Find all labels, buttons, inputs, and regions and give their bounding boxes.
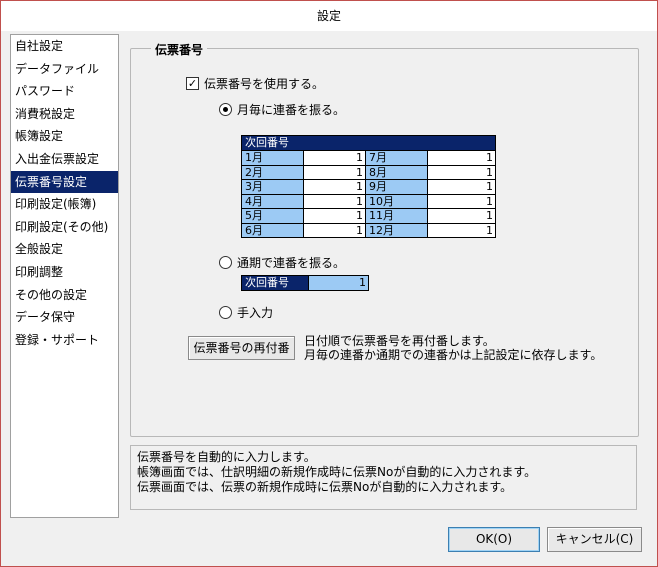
month-value-input[interactable]: 1: [304, 193, 366, 208]
annual-number-field[interactable]: 次回番号 1: [241, 275, 369, 291]
month-label: 10月: [366, 193, 428, 208]
sidebar-item-tax[interactable]: 消費税設定: [11, 103, 118, 126]
group-title: 伝票番号: [151, 41, 208, 58]
sidebar-item-data-file[interactable]: データファイル: [11, 58, 118, 81]
month-label: 6月: [242, 222, 304, 237]
grid-row: 5月 1 11月 1: [242, 208, 495, 223]
sidebar-item-registration[interactable]: 登録・サポート: [11, 329, 118, 352]
sidebar-item-company[interactable]: 自社設定: [11, 35, 118, 58]
month-value-input[interactable]: 1: [428, 222, 495, 237]
month-label: 7月: [366, 150, 428, 165]
sidebar-item-print-ledger[interactable]: 印刷設定(帳簿): [11, 193, 118, 216]
sidebar-item-ledger[interactable]: 帳簿設定: [11, 125, 118, 148]
info-line1: 伝票番号を自動的に入力します。: [137, 450, 316, 464]
checkbox-checked-icon[interactable]: ✓: [186, 77, 199, 90]
sidebar-item-data-maintenance[interactable]: データ保守: [11, 306, 118, 329]
sidebar-item-other[interactable]: その他の設定: [11, 284, 118, 307]
radio-annual-label: 通期で連番を振る。: [237, 256, 346, 270]
sidebar-item-print-adjust[interactable]: 印刷調整: [11, 261, 118, 284]
grid-row: 6月 1 12月 1: [242, 222, 495, 237]
month-value-input[interactable]: 1: [428, 208, 495, 223]
radio-unselected-icon[interactable]: [219, 256, 232, 269]
month-label: 8月: [366, 164, 428, 179]
month-label: 4月: [242, 193, 304, 208]
annual-label: 次回番号: [242, 276, 308, 290]
month-value-input[interactable]: 1: [304, 208, 366, 223]
settings-main-panel: 伝票番号 ✓ 伝票番号を使用する。 月毎に連番を振る。 次回番号 1月 1 7月…: [121, 34, 648, 516]
voucher-number-group: 伝票番号 ✓ 伝票番号を使用する。 月毎に連番を振る。 次回番号 1月 1 7月…: [130, 41, 639, 437]
sidebar-item-print-other[interactable]: 印刷設定(その他): [11, 216, 118, 239]
month-label: 5月: [242, 208, 304, 223]
radio-manual[interactable]: 手入力: [219, 304, 273, 321]
radio-monthly-label: 月毎に連番を振る。: [237, 103, 346, 117]
radio-annual[interactable]: 通期で連番を振る。: [219, 254, 345, 271]
window-title: 設定: [1, 1, 657, 31]
radio-unselected-icon[interactable]: [219, 306, 232, 319]
radio-manual-label: 手入力: [237, 306, 274, 320]
month-value-input[interactable]: 1: [304, 164, 366, 179]
settings-window: 設定 自社設定 データファイル パスワード 消費税設定 帳簿設定 入出金伝票設定…: [0, 0, 658, 567]
dialog-button-bar: OK(O) キャンセル(C): [1, 519, 657, 566]
month-value-input[interactable]: 1: [304, 222, 366, 237]
annual-value-input[interactable]: 1: [308, 276, 368, 290]
grid-header: 次回番号: [242, 136, 495, 150]
sidebar-item-voucher-number[interactable]: 伝票番号設定: [11, 170, 118, 194]
month-label: 2月: [242, 164, 304, 179]
info-panel: 伝票番号を自動的に入力します。 帳簿画面では、仕訳明細の新規作成時に伝票Noが自…: [130, 445, 637, 510]
month-label: 3月: [242, 179, 304, 194]
month-value-input[interactable]: 1: [428, 164, 495, 179]
use-number-label: 伝票番号を使用する。: [204, 77, 325, 91]
grid-row: 2月 1 8月 1: [242, 164, 495, 179]
sidebar-item-cash-voucher[interactable]: 入出金伝票設定: [11, 148, 118, 171]
month-value-input[interactable]: 1: [428, 193, 495, 208]
month-label: 11月: [366, 208, 428, 223]
use-number-checkbox[interactable]: ✓ 伝票番号を使用する。: [186, 75, 324, 92]
sidebar-item-general[interactable]: 全般設定: [11, 238, 118, 261]
info-line2: 帳簿画面では、仕訳明細の新規作成時に伝票Noが自動的に入力されます。: [137, 465, 537, 479]
month-value-input[interactable]: 1: [428, 179, 495, 194]
renumber-desc-line2: 月毎の連番か通期での連番かは上記設定に依存します。: [304, 348, 603, 362]
grid-row: 1月 1 7月 1: [242, 150, 495, 165]
radio-monthly[interactable]: 月毎に連番を振る。: [219, 101, 345, 118]
month-value-input[interactable]: 1: [304, 179, 366, 194]
renumber-desc-line1: 日付順で伝票番号を再付番します。: [304, 334, 495, 348]
grid-row: 3月 1 9月 1: [242, 179, 495, 194]
cancel-button[interactable]: キャンセル(C): [547, 527, 642, 552]
month-label: 1月: [242, 150, 304, 165]
ok-button[interactable]: OK(O): [448, 527, 540, 552]
info-line3: 伝票画面では、伝票の新規作成時に伝票Noが自動的に入力されます。: [137, 480, 513, 494]
sidebar-item-password[interactable]: パスワード: [11, 80, 118, 103]
monthly-number-grid[interactable]: 次回番号 1月 1 7月 1 2月 1 8月 1 3月 1 9月 1 4月 1 …: [241, 135, 496, 238]
month-label: 9月: [366, 179, 428, 194]
radio-selected-icon[interactable]: [219, 103, 232, 116]
month-value-input[interactable]: 1: [304, 150, 366, 165]
settings-sidebar[interactable]: 自社設定 データファイル パスワード 消費税設定 帳簿設定 入出金伝票設定 伝票…: [10, 34, 119, 518]
month-label: 12月: [366, 222, 428, 237]
grid-row: 4月 1 10月 1: [242, 193, 495, 208]
month-value-input[interactable]: 1: [428, 150, 495, 165]
renumber-button[interactable]: 伝票番号の再付番: [188, 336, 295, 360]
